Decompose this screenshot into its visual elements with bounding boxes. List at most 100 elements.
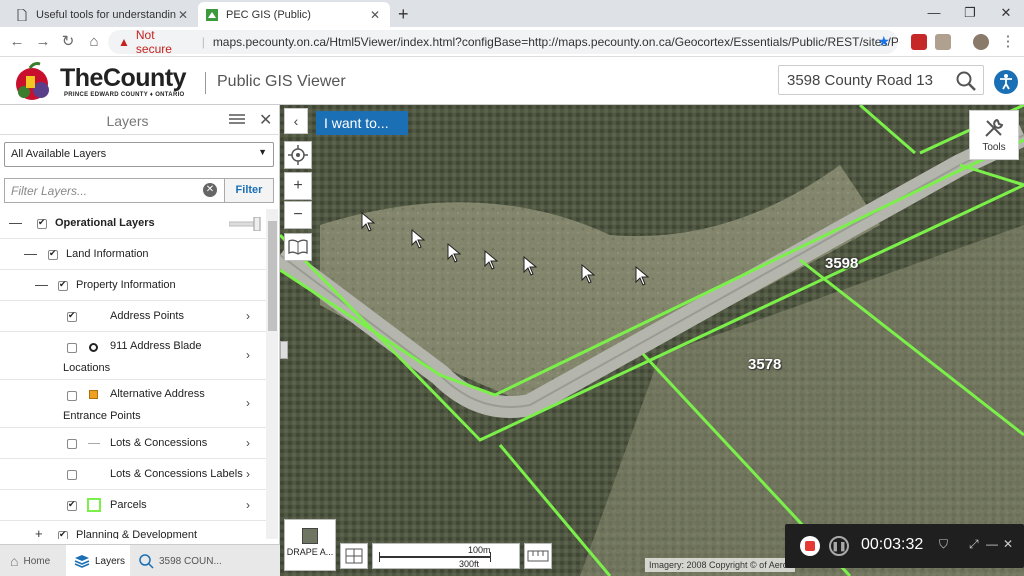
panel-resize-handle[interactable] — [280, 341, 288, 359]
pause-recording-button[interactable]: ❚❚ — [829, 536, 849, 556]
expand-icon[interactable]: ⤢ — [969, 537, 979, 552]
point-symbol-icon — [89, 343, 98, 352]
layer-label: Lots & Concessions — [110, 437, 208, 449]
clear-filter-icon[interactable]: ✕ — [203, 183, 217, 197]
basemap-thumbnail-icon — [302, 528, 318, 544]
accessibility-icon[interactable] — [994, 70, 1018, 94]
layer-checkbox[interactable] — [67, 499, 77, 511]
chevron-right-icon[interactable]: › — [246, 309, 250, 323]
tab-home[interactable]: ⌂ Home — [0, 545, 66, 576]
layer-checkbox[interactable] — [67, 343, 77, 353]
recording-timer: 00:03:32 — [861, 536, 924, 553]
stop-recording-button[interactable] — [800, 536, 820, 556]
tools-button[interactable]: Tools — [969, 110, 1019, 160]
measure-button[interactable] — [524, 543, 552, 569]
url-text[interactable]: maps.pecounty.on.ca/Html5Viewer/index.ht… — [213, 35, 898, 49]
line-symbol-icon — [88, 443, 100, 444]
tab-title: PEC GIS (Public) — [226, 8, 311, 21]
tab-layers[interactable]: Layers — [66, 545, 130, 576]
close-icon[interactable]: ✕ — [1003, 537, 1013, 551]
locate-button[interactable] — [284, 141, 312, 169]
i-want-to-menu[interactable]: I want to... — [316, 111, 408, 135]
list-menu-icon[interactable] — [229, 113, 245, 127]
collapse-icon[interactable]: — — [9, 215, 22, 230]
security-status[interactable]: Not secure — [136, 28, 192, 56]
layer-row-land-info[interactable]: — Land Information — [0, 239, 266, 270]
layers-icon — [74, 555, 90, 568]
layer-checkbox[interactable] — [67, 310, 77, 322]
forward-icon[interactable]: → — [32, 31, 54, 53]
minimize-icon[interactable]: — — [916, 0, 952, 27]
back-icon[interactable]: ← — [6, 31, 28, 53]
layer-row-operational[interactable]: — Operational Layers — [0, 209, 266, 239]
restore-icon[interactable]: ❐ — [952, 0, 988, 27]
chevron-right-icon[interactable]: › — [246, 396, 250, 410]
layer-checkbox[interactable] — [67, 391, 77, 401]
filter-layers-input[interactable]: Filter Layers... — [4, 178, 224, 203]
menu-dots-icon[interactable]: ⋮ — [997, 31, 1019, 53]
cursor-icon — [361, 212, 375, 232]
chevron-right-icon[interactable]: › — [246, 467, 250, 481]
new-tab-button[interactable]: + — [398, 2, 409, 26]
cursor-icon — [581, 264, 595, 284]
expand-icon[interactable]: + — [35, 526, 43, 539]
basemap-drape-button[interactable]: DRAPE A... — [284, 519, 336, 571]
layer-row-lots-labels[interactable]: Lots & Concessions Labels › — [0, 459, 266, 490]
layer-row-lots-concessions[interactable]: Lots & Concessions › — [0, 428, 266, 459]
extension-icon[interactable] — [935, 34, 951, 50]
layer-checkbox[interactable] — [37, 217, 47, 229]
minimize-icon[interactable]: — — [986, 537, 998, 551]
layer-checkbox[interactable] — [58, 279, 68, 291]
layer-row-911-blade[interactable]: 911 Address Blade Locations › — [0, 332, 266, 380]
bookmark-star-icon[interactable]: ★ — [877, 33, 890, 50]
polygon-symbol-icon — [87, 498, 101, 512]
panel-title: Layers — [106, 113, 149, 129]
layer-checkbox[interactable] — [58, 529, 68, 539]
opacity-slider[interactable] — [229, 217, 261, 231]
collapse-icon[interactable]: — — [24, 246, 37, 261]
drape-label: DRAPE A... — [286, 547, 334, 557]
close-tab-icon[interactable]: ✕ — [176, 8, 190, 22]
scale-input-button[interactable] — [340, 543, 368, 569]
zoom-out-button[interactable]: − — [284, 201, 312, 229]
shield-icon[interactable]: ⛉ — [939, 537, 948, 552]
extension-icon[interactable] — [911, 34, 927, 50]
reload-icon[interactable]: ↻ — [57, 31, 79, 53]
home-icon[interactable]: ⌂ — [83, 31, 105, 53]
layer-row-parcels[interactable]: Parcels › — [0, 490, 266, 521]
filter-button[interactable]: Filter — [224, 178, 274, 203]
tab-title: Useful tools for understanding P — [36, 8, 176, 21]
chevron-right-icon[interactable]: › — [246, 498, 250, 512]
tools-label: Tools — [982, 142, 1006, 153]
layer-row-planning[interactable]: + Planning & Development — [0, 521, 266, 539]
bookmarks-button[interactable] — [284, 233, 312, 261]
chevron-right-icon[interactable]: › — [246, 348, 250, 362]
layer-checkbox[interactable] — [67, 439, 77, 449]
search-input[interactable] — [779, 71, 949, 89]
close-tab-icon[interactable]: ✕ — [368, 8, 382, 22]
collapse-panel-button[interactable]: ‹ — [284, 108, 308, 134]
layer-filter-select[interactable]: All Available Layers ▼ — [4, 142, 274, 167]
layer-row-property-info[interactable]: — Property Information — [0, 270, 266, 301]
map-canvas[interactable]: 3598 3578 — [280, 105, 1024, 576]
zoom-in-button[interactable]: + — [284, 172, 312, 200]
close-window-icon[interactable]: ✕ — [988, 0, 1024, 27]
panel-header: Layers ✕ — [0, 105, 280, 135]
layer-checkbox[interactable] — [48, 248, 58, 260]
layer-row-address-points[interactable]: Address Points › — [0, 301, 266, 332]
close-panel-icon[interactable]: ✕ — [259, 110, 272, 130]
browser-tab-1[interactable]: Useful tools for understanding P ✕ — [8, 2, 198, 27]
chevron-right-icon[interactable]: › — [246, 436, 250, 450]
tab-results[interactable]: 3598 COUN... — [130, 545, 280, 576]
layer-row-alt-address[interactable]: Alternative Address Entrance Points › — [0, 380, 266, 428]
browser-toolbar: ← → ↻ ⌂ ▲ Not secure | maps.pecounty.on.… — [0, 27, 1024, 57]
scrollbar-thumb[interactable] — [268, 221, 277, 331]
search-results-icon — [139, 554, 154, 569]
scale-line — [379, 556, 491, 558]
browser-tab-2[interactable]: PEC GIS (Public) ✕ — [198, 2, 390, 27]
omnibox[interactable]: ▲ Not secure | maps.pecounty.on.ca/Html5… — [108, 28, 898, 56]
collapse-icon[interactable]: — — [35, 277, 48, 292]
profile-avatar[interactable] — [973, 34, 989, 50]
search-icon[interactable] — [955, 70, 977, 92]
layer-checkbox[interactable] — [67, 470, 77, 480]
